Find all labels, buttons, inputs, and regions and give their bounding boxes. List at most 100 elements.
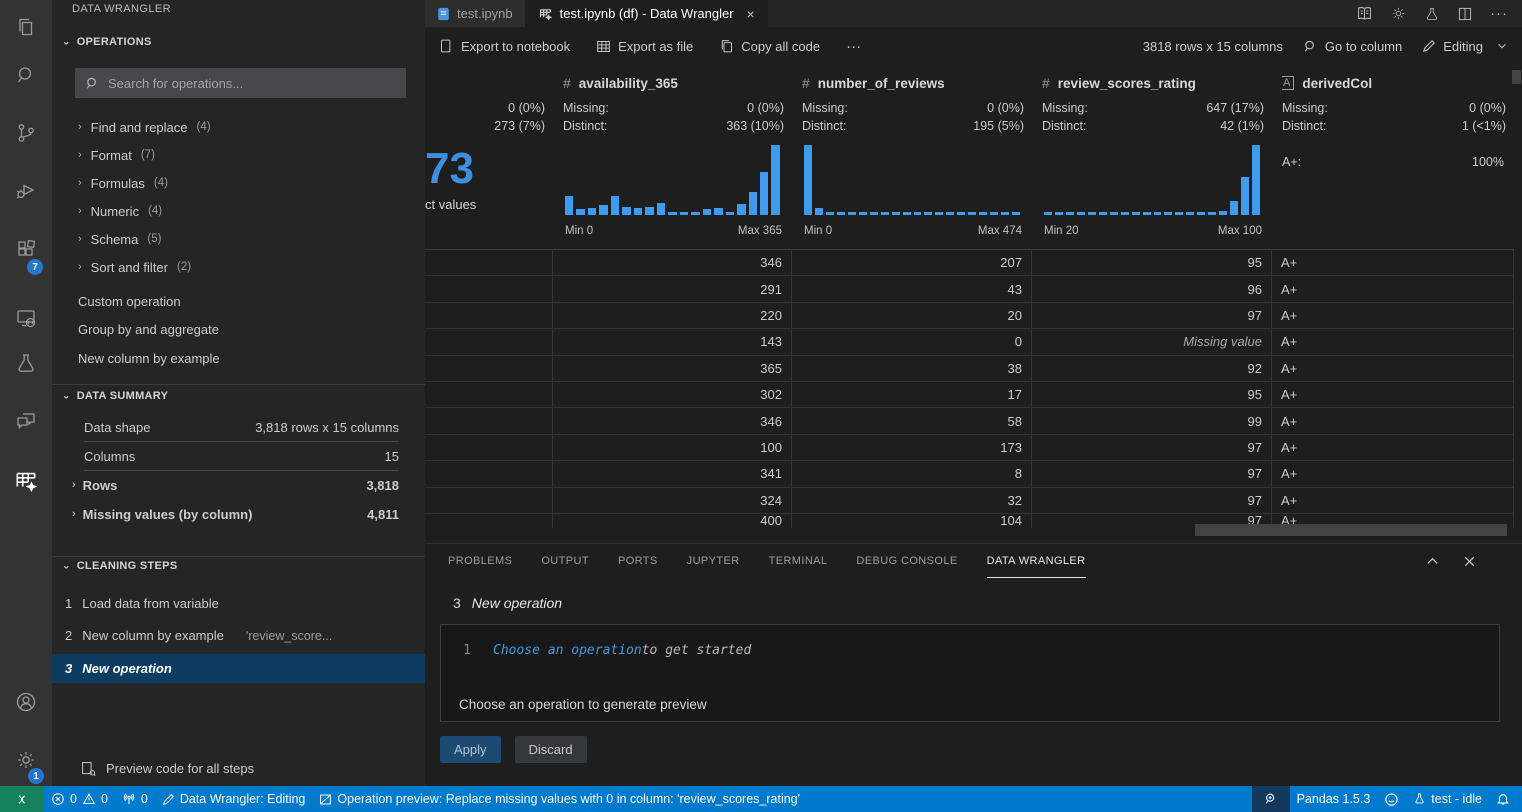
table-cell[interactable]: 302 <box>553 382 792 407</box>
feedback-smiley[interactable] <box>1377 786 1406 812</box>
code-preview-editor[interactable]: 1 Choose an operation to get started Cho… <box>440 624 1500 722</box>
table-cell[interactable]: 17 <box>792 382 1032 407</box>
table-cell[interactable]: 291 <box>553 276 792 301</box>
column-header-derivedCol[interactable]: AderivedColMissing:0 (0%)Distinct:1 (<1%… <box>1272 65 1514 249</box>
table-cell[interactable]: 38 <box>792 356 1032 381</box>
cleaning-step-3[interactable]: 3New operation <box>52 654 425 683</box>
summary-row-missing-values-by-column-[interactable]: ›Missing values (by column)4,811 <box>72 500 399 528</box>
operations-search-input[interactable]: Search for operations... <box>75 68 406 98</box>
go-to-column-button[interactable]: Go to column <box>1303 39 1402 54</box>
operation-item-custom-operation[interactable]: Custom operation <box>78 287 417 315</box>
summary-row-rows[interactable]: ›Rows3,818 <box>72 471 399 499</box>
table-cell[interactable]: A+ <box>1272 488 1514 513</box>
ports-status[interactable]: 0 <box>115 786 155 812</box>
column-header-review_scores_rating[interactable]: #review_scores_ratingMissing:647 (17%)Di… <box>1032 65 1272 249</box>
more-actions-icon[interactable]: ··· <box>1490 5 1508 22</box>
settings-gear-icon[interactable]: 1 <box>0 736 52 784</box>
chevron-up-icon[interactable] <box>1425 554 1440 569</box>
panel-tab-ports[interactable]: PORTS <box>618 544 658 578</box>
search-icon[interactable] <box>0 51 52 99</box>
table-cell[interactable]: 97 <box>1032 488 1272 513</box>
table-cell[interactable]: 97 <box>1032 435 1272 460</box>
comments-icon[interactable] <box>0 396 52 444</box>
cleaning-step-2[interactable]: 2New column by example'review_score... <box>52 622 425 650</box>
split-editor-icon[interactable] <box>1457 6 1473 22</box>
table-cell[interactable]: 100 <box>553 435 792 460</box>
table-cell[interactable] <box>425 461 553 486</box>
cleaning-steps-section-header[interactable]: ⌄ CLEANING STEPS <box>62 560 177 572</box>
editing-mode-toggle[interactable]: Editing <box>1422 39 1508 54</box>
remote-explorer-icon[interactable] <box>0 294 52 342</box>
table-cell[interactable]: 8 <box>792 461 1032 486</box>
tab-test-ipynb[interactable]: test.ipynb <box>425 0 526 27</box>
panel-tab-jupyter[interactable]: JUPYTER <box>687 544 740 578</box>
table-cell[interactable]: 341 <box>553 461 792 486</box>
column-name[interactable]: AderivedCol <box>1282 71 1508 95</box>
operation-group-formulas[interactable]: ›Formulas(4) <box>78 169 417 197</box>
data-summary-section-header[interactable]: ⌄ DATA SUMMARY <box>62 390 168 402</box>
operation-item-new-column-by-example[interactable]: New column by example <box>78 344 417 372</box>
table-cell[interactable]: 96 <box>1032 276 1272 301</box>
operation-group-numeric[interactable]: ›Numeric(4) <box>78 197 417 225</box>
copy-all-code-button[interactable]: Copy all code <box>719 38 820 54</box>
table-cell[interactable] <box>425 514 553 528</box>
column-name[interactable]: #number_of_reviews <box>802 71 1026 95</box>
table-cell[interactable]: 365 <box>553 356 792 381</box>
column-header-number_of_reviews[interactable]: #number_of_reviewsMissing:0 (0%)Distinct… <box>792 65 1032 249</box>
panel-tab-output[interactable]: OUTPUT <box>541 544 589 578</box>
table-cell[interactable]: 173 <box>792 435 1032 460</box>
table-cell[interactable] <box>425 356 553 381</box>
pandas-version-status[interactable]: Pandas 1.5.3 <box>1290 786 1378 812</box>
operation-group-sort-and-filter[interactable]: ›Sort and filter(2) <box>78 253 417 281</box>
wrangler-mode-status[interactable]: Data Wrangler: Editing <box>155 786 313 812</box>
export-as-file-button[interactable]: Export as file <box>596 39 693 54</box>
table-cell[interactable]: 207 <box>792 250 1032 275</box>
remote-indicator[interactable] <box>0 786 44 812</box>
gear-icon[interactable] <box>1390 5 1407 22</box>
table-cell[interactable]: 20 <box>792 303 1032 328</box>
notifications-bell[interactable] <box>1489 786 1522 812</box>
operation-group-schema[interactable]: ›Schema(5) <box>78 225 417 253</box>
account-icon[interactable] <box>0 678 52 726</box>
discard-button[interactable]: Discard <box>515 736 587 763</box>
table-cell[interactable]: A+ <box>1272 408 1514 433</box>
panel-tab-debug-console[interactable]: DEBUG CONSOLE <box>856 544 957 578</box>
table-cell[interactable] <box>425 276 553 301</box>
table-cell[interactable]: 346 <box>553 250 792 275</box>
table-cell[interactable]: 92 <box>1032 356 1272 381</box>
operations-section-header[interactable]: ⌄ OPERATIONS <box>62 36 152 48</box>
table-cell[interactable]: 346 <box>553 408 792 433</box>
table-cell[interactable]: 58 <box>792 408 1032 433</box>
kernel-status[interactable]: test - idle <box>1406 786 1489 812</box>
column-header-availability_365[interactable]: #availability_365Missing:0 (0%)Distinct:… <box>553 65 792 249</box>
table-cell[interactable]: 99 <box>1032 408 1272 433</box>
table-cell[interactable]: 32 <box>792 488 1032 513</box>
vertical-scrollbar[interactable] <box>1512 70 1521 84</box>
table-cell[interactable]: 400 <box>553 514 792 528</box>
problems-status[interactable]: 0 0 <box>44 786 115 812</box>
table-cell[interactable]: 324 <box>553 488 792 513</box>
table-cell[interactable]: A+ <box>1272 435 1514 460</box>
code-token-link[interactable]: Choose an operation <box>493 643 642 658</box>
testing-icon[interactable] <box>0 339 52 387</box>
beaker-icon[interactable] <box>1424 6 1440 22</box>
close-panel-icon[interactable] <box>1462 554 1477 569</box>
table-cell[interactable]: 95 <box>1032 382 1272 407</box>
table-cell[interactable] <box>425 250 553 275</box>
close-icon[interactable]: × <box>747 6 755 22</box>
operation-preview-status[interactable]: Operation preview: Replace missing value… <box>312 786 807 812</box>
panel-tab-terminal[interactable]: TERMINAL <box>769 544 828 578</box>
table-cell[interactable]: 43 <box>792 276 1032 301</box>
explorer-icon[interactable] <box>0 3 52 51</box>
cleaning-step-1[interactable]: 1Load data from variable <box>52 589 425 617</box>
table-cell[interactable]: 95 <box>1032 250 1272 275</box>
apply-button[interactable]: Apply <box>440 736 501 763</box>
table-cell[interactable]: 97 <box>1032 461 1272 486</box>
table-cell[interactable]: A+ <box>1272 382 1514 407</box>
table-cell[interactable] <box>425 329 553 354</box>
panel-tab-problems[interactable]: PROBLEMS <box>448 544 512 578</box>
table-cell[interactable]: 220 <box>553 303 792 328</box>
table-cell[interactable]: Missing value <box>1032 329 1272 354</box>
column-header-clipped[interactable]: 0 (0%)273 (7%)73ct values <box>425 65 553 249</box>
export-to-notebook-button[interactable]: Export to notebook <box>439 38 570 54</box>
